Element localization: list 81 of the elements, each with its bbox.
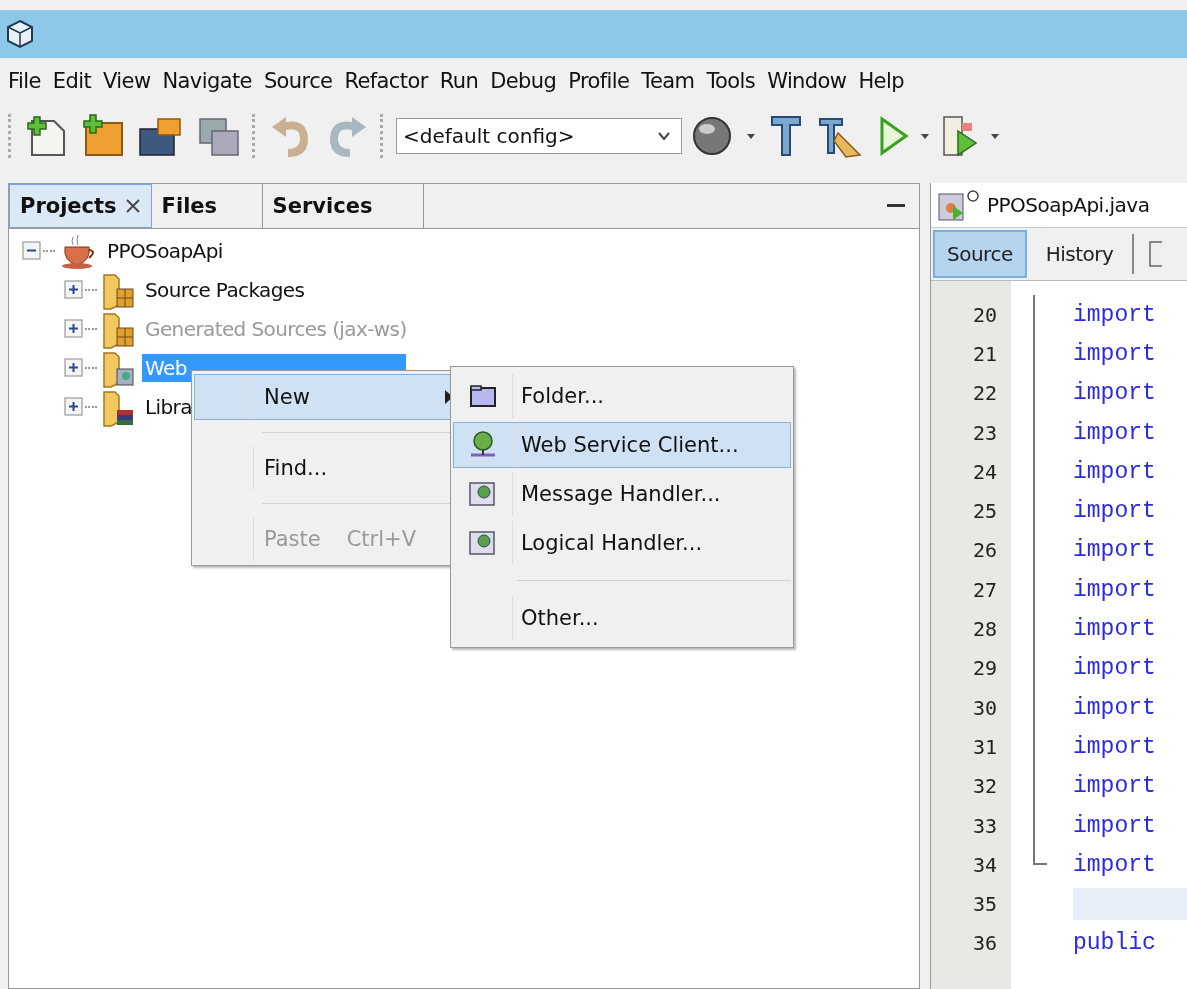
menu-item[interactable]: Team: [635, 69, 701, 93]
line-number: 36: [971, 931, 997, 956]
menu-item[interactable]: Logical Handler...: [453, 520, 791, 566]
panel-tab[interactable]: Projects: [9, 184, 152, 228]
collapse-icon[interactable]: [21, 239, 43, 262]
tree-item[interactable]: Source Packages: [142, 275, 308, 304]
line-number: 34: [971, 852, 997, 877]
line-number: 22: [971, 381, 997, 406]
caret-down-icon[interactable]: [920, 131, 930, 141]
code-line: public: [1073, 929, 1157, 959]
line-number: 30: [971, 695, 997, 720]
menu-item[interactable]: Other...: [453, 595, 791, 641]
close-icon[interactable]: [124, 198, 141, 214]
code-line: import: [1073, 693, 1157, 723]
code-line: import: [1073, 457, 1157, 487]
config-dropdown[interactable]: <default config>: [396, 118, 682, 154]
caret-down-icon[interactable]: [746, 131, 756, 141]
menu-item[interactable]: Window: [761, 69, 853, 93]
panel-tab[interactable]: Services: [262, 184, 424, 228]
code-line: import: [1073, 772, 1157, 802]
expand-icon[interactable]: [63, 278, 85, 301]
chevron-down-icon: [657, 131, 671, 141]
line-number: 24: [971, 459, 997, 484]
code-line: import: [1073, 575, 1157, 605]
menu-item[interactable]: Debug: [484, 69, 563, 93]
toolbar-icon[interactable]: [1148, 240, 1163, 268]
view-tab[interactable]: History: [1032, 230, 1127, 278]
view-tab[interactable]: Source: [933, 230, 1027, 278]
code-line: import: [1073, 418, 1157, 448]
menu-item[interactable]: File: [2, 69, 47, 93]
code-line: import: [1073, 536, 1157, 566]
new-project-icon[interactable]: [80, 113, 126, 159]
line-number: 29: [971, 656, 997, 681]
code-line: import: [1073, 811, 1157, 841]
menu-item[interactable]: Edit: [46, 69, 98, 93]
menu-item[interactable]: Tools: [700, 69, 762, 93]
line-number: 35: [971, 892, 997, 917]
line-number: 33: [971, 813, 997, 838]
menu-item[interactable]: Web Service Client...: [453, 422, 791, 468]
line-number: 21: [971, 341, 997, 366]
code-line: import: [1073, 732, 1157, 762]
line-number: 20: [971, 302, 997, 327]
code-line: import: [1073, 497, 1157, 527]
expand-icon[interactable]: [63, 317, 85, 340]
menu-item[interactable]: Navigate: [156, 69, 258, 93]
folder-icon: [468, 383, 498, 409]
code-line: import: [1073, 300, 1157, 330]
menu-item[interactable]: Help: [852, 69, 910, 93]
tree-item[interactable]: Libra: [142, 392, 195, 421]
handler-icon: [468, 528, 498, 558]
fold-end-mark: [1033, 845, 1047, 865]
menu-item[interactable]: Folder...: [453, 373, 791, 419]
expand-icon[interactable]: [63, 356, 85, 379]
caret-down-icon[interactable]: [990, 131, 1000, 141]
code-line: import: [1073, 615, 1157, 644]
menu-item[interactable]: Refactor: [338, 69, 434, 93]
line-number: 32: [971, 774, 997, 799]
code-line: import: [1073, 850, 1157, 880]
tree-item[interactable]: PPOSoapApi: [104, 236, 226, 265]
line-number: 23: [971, 420, 997, 445]
code-line: import: [1073, 379, 1157, 409]
minimize-icon[interactable]: [887, 203, 905, 209]
code-line: import: [1073, 339, 1157, 369]
line-number: 25: [971, 499, 997, 524]
code-line: import: [1073, 654, 1157, 684]
line-number: 31: [971, 734, 997, 759]
globe-network-icon: [468, 430, 498, 460]
menu-item[interactable]: Profile: [562, 69, 636, 93]
menu-item[interactable]: Source: [257, 69, 339, 93]
menu-item[interactable]: Run: [433, 69, 485, 93]
debug-run-icon[interactable]: [940, 113, 980, 159]
menu-item[interactable]: Message Handler...: [453, 471, 791, 517]
line-number: 26: [971, 538, 997, 563]
handler-icon: [468, 479, 498, 509]
app-cube-icon: [6, 19, 34, 49]
panel-tab[interactable]: Files: [151, 184, 263, 228]
menu-item[interactable]: Find...: [194, 445, 455, 491]
line-number: 28: [971, 617, 997, 641]
line-number: 27: [971, 577, 997, 602]
menu-item[interactable]: View: [97, 69, 157, 93]
expand-icon[interactable]: [63, 395, 85, 418]
